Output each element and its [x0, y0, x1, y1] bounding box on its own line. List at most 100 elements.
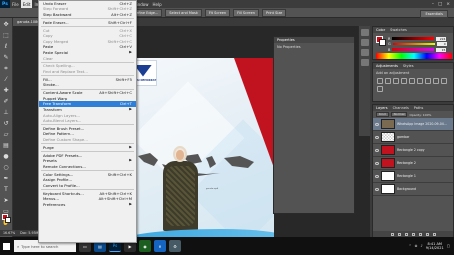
exposure-icon[interactable] [401, 78, 407, 84]
menu-item-step-backward[interactable]: Step Backward Alt+Ctrl+Z [39, 12, 136, 18]
menu-edit[interactable]: Edit [20, 0, 33, 8]
vibrance-icon[interactable] [409, 78, 415, 84]
layer-row[interactable]: Background [373, 183, 453, 196]
color-spectrum[interactable] [376, 53, 452, 59]
tab-color[interactable]: Color [376, 28, 385, 32]
hue-saturation-icon[interactable] [417, 78, 423, 84]
tab-layers[interactable]: Layers [376, 106, 388, 110]
path-select-tool-icon[interactable]: ➤ [2, 196, 11, 205]
levels-icon[interactable] [385, 78, 391, 84]
slider-track[interactable] [392, 37, 435, 40]
minimize-icon[interactable]: – [432, 2, 434, 7]
gradient-tool-icon[interactable]: ▤ [2, 141, 11, 150]
menu-item-remote-connections[interactable]: Remote Connections... [39, 164, 136, 170]
color-balance-icon[interactable] [425, 78, 431, 84]
new-layer-icon[interactable] [426, 232, 429, 236]
menu-help[interactable]: Help [150, 0, 163, 8]
edge-icon[interactable]: e [154, 240, 166, 252]
zoom-level[interactable]: 16.67% [3, 231, 15, 235]
opacity-control[interactable]: Opacity: 100% [409, 113, 431, 117]
menu-item-preferences[interactable]: Preferences ▶ [39, 202, 136, 208]
fill-screen-button[interactable]: Fill Screen [233, 8, 259, 17]
info-panel-icon[interactable] [360, 39, 369, 46]
color-slider-b[interactable]: B 15 [388, 47, 452, 52]
visibility-eye-icon[interactable] [375, 122, 379, 126]
layer-row[interactable]: WhatsApp Image 2020-09-04... [373, 118, 453, 131]
layer-kind-filter[interactable]: Kind [376, 112, 389, 117]
type-tool-icon[interactable]: T [2, 185, 11, 194]
visibility-eye-icon[interactable] [375, 174, 379, 178]
menu-item-convert-to-profile[interactable]: Convert to Profile... [39, 183, 136, 189]
add-mask-icon[interactable] [405, 232, 408, 236]
photo-filter-icon[interactable] [441, 78, 447, 84]
tab-channels[interactable]: Channels [393, 106, 409, 110]
pen-tool-icon[interactable]: ✒ [2, 174, 11, 183]
color-slider-g[interactable]: G0 [388, 42, 452, 47]
tab-paths[interactable]: Paths [414, 106, 424, 110]
menu-item-fade-eraser[interactable]: Fade Eraser... Shift+Ctrl+F [39, 20, 136, 26]
layer-style-icon[interactable] [398, 232, 401, 236]
marquee-tool-icon[interactable]: ⬚ [2, 31, 11, 40]
new-adjustment-icon[interactable] [412, 232, 415, 236]
curves-icon[interactable] [393, 78, 399, 84]
link-layers-icon[interactable] [391, 232, 394, 236]
move-tool-icon[interactable]: ✥ [2, 20, 11, 29]
tray-arrow-icon[interactable]: ⌃ [409, 244, 412, 248]
layer-row[interactable]: Rectangle 2 copy [373, 144, 453, 157]
menu-item-stroke[interactable]: Stroke... [39, 82, 136, 88]
eraser-tool-icon[interactable]: ▱ [2, 130, 11, 139]
color-panel-swatches[interactable] [376, 36, 386, 46]
fit-screen-button[interactable]: Fit Screen [204, 8, 231, 17]
visibility-eye-icon[interactable] [375, 135, 379, 139]
healing-brush-tool-icon[interactable]: ✚ [2, 86, 11, 95]
print-size-button[interactable]: Print Size [261, 8, 287, 17]
blur-tool-icon[interactable]: ● [2, 152, 11, 161]
brush-tool-icon[interactable]: ✐ [2, 97, 11, 106]
start-button[interactable] [0, 237, 12, 255]
slider-value-input[interactable]: 0 [436, 42, 447, 46]
dodge-tool-icon[interactable]: ○ [2, 163, 11, 172]
volume-icon[interactable]: ♪ [421, 244, 423, 248]
menu-file[interactable]: File [10, 0, 21, 8]
crop-tool-icon[interactable]: ⌗ [2, 64, 11, 73]
history-brush-tool-icon[interactable]: ↺ [2, 119, 11, 128]
history-panel-icon[interactable] [360, 29, 369, 36]
paragraph-panel-icon[interactable] [360, 59, 369, 66]
visibility-eye-icon[interactable] [375, 148, 379, 152]
layer-row[interactable]: Rectangle 2 [373, 157, 453, 170]
document-canvas[interactable]: PARTAI DEMOKRAT garuda.mp4 [128, 58, 274, 251]
tab-swatches[interactable]: Swatches [390, 28, 407, 32]
workspace-switcher[interactable]: Essentials [420, 10, 448, 18]
lasso-tool-icon[interactable]: ℓ [2, 42, 11, 51]
clock[interactable]: 8:41 AM 9/14/2021 [426, 242, 444, 251]
background-color-chip[interactable] [379, 39, 386, 46]
black-white-icon[interactable] [433, 78, 439, 84]
visibility-eye-icon[interactable] [375, 187, 379, 191]
select-and-mask-button[interactable]: Select and Mask [165, 8, 202, 17]
color-slider-r[interactable]: R 224 [388, 36, 452, 41]
clone-stamp-tool-icon[interactable]: ⊥ [2, 108, 11, 117]
delete-layer-icon[interactable] [433, 232, 436, 236]
character-panel-icon[interactable] [360, 49, 369, 56]
slider-track[interactable] [392, 48, 435, 51]
slider-value-input[interactable]: 15 [436, 47, 447, 52]
tab-adjustments[interactable]: Adjustments [376, 64, 398, 68]
layer-row[interactable]: gambar [373, 131, 453, 144]
network-icon[interactable]: ⊜ [415, 244, 418, 248]
maximize-icon[interactable]: □ [438, 2, 442, 7]
quick-select-tool-icon[interactable]: ✎ [2, 53, 11, 62]
slider-track[interactable] [392, 42, 435, 46]
blend-mode-select[interactable]: Normal [390, 112, 408, 117]
brightness-icon[interactable] [377, 78, 383, 84]
visibility-eye-icon[interactable] [375, 161, 379, 165]
properties-title[interactable]: Properties [277, 38, 295, 42]
background-color-swatch[interactable] [5, 217, 11, 223]
close-icon[interactable]: × [446, 2, 450, 7]
channel-mixer-icon[interactable] [377, 86, 383, 92]
settings-taskbar-icon[interactable]: ⚙ [169, 240, 181, 252]
menu-item-purge[interactable]: Purge ▶ [39, 145, 136, 151]
tab-styles[interactable]: Styles [403, 64, 414, 68]
chrome-icon[interactable]: ◉ [139, 240, 151, 252]
notifications-icon[interactable]: ▢ [447, 244, 450, 248]
layer-row[interactable]: Rectangle 1 [373, 170, 453, 183]
